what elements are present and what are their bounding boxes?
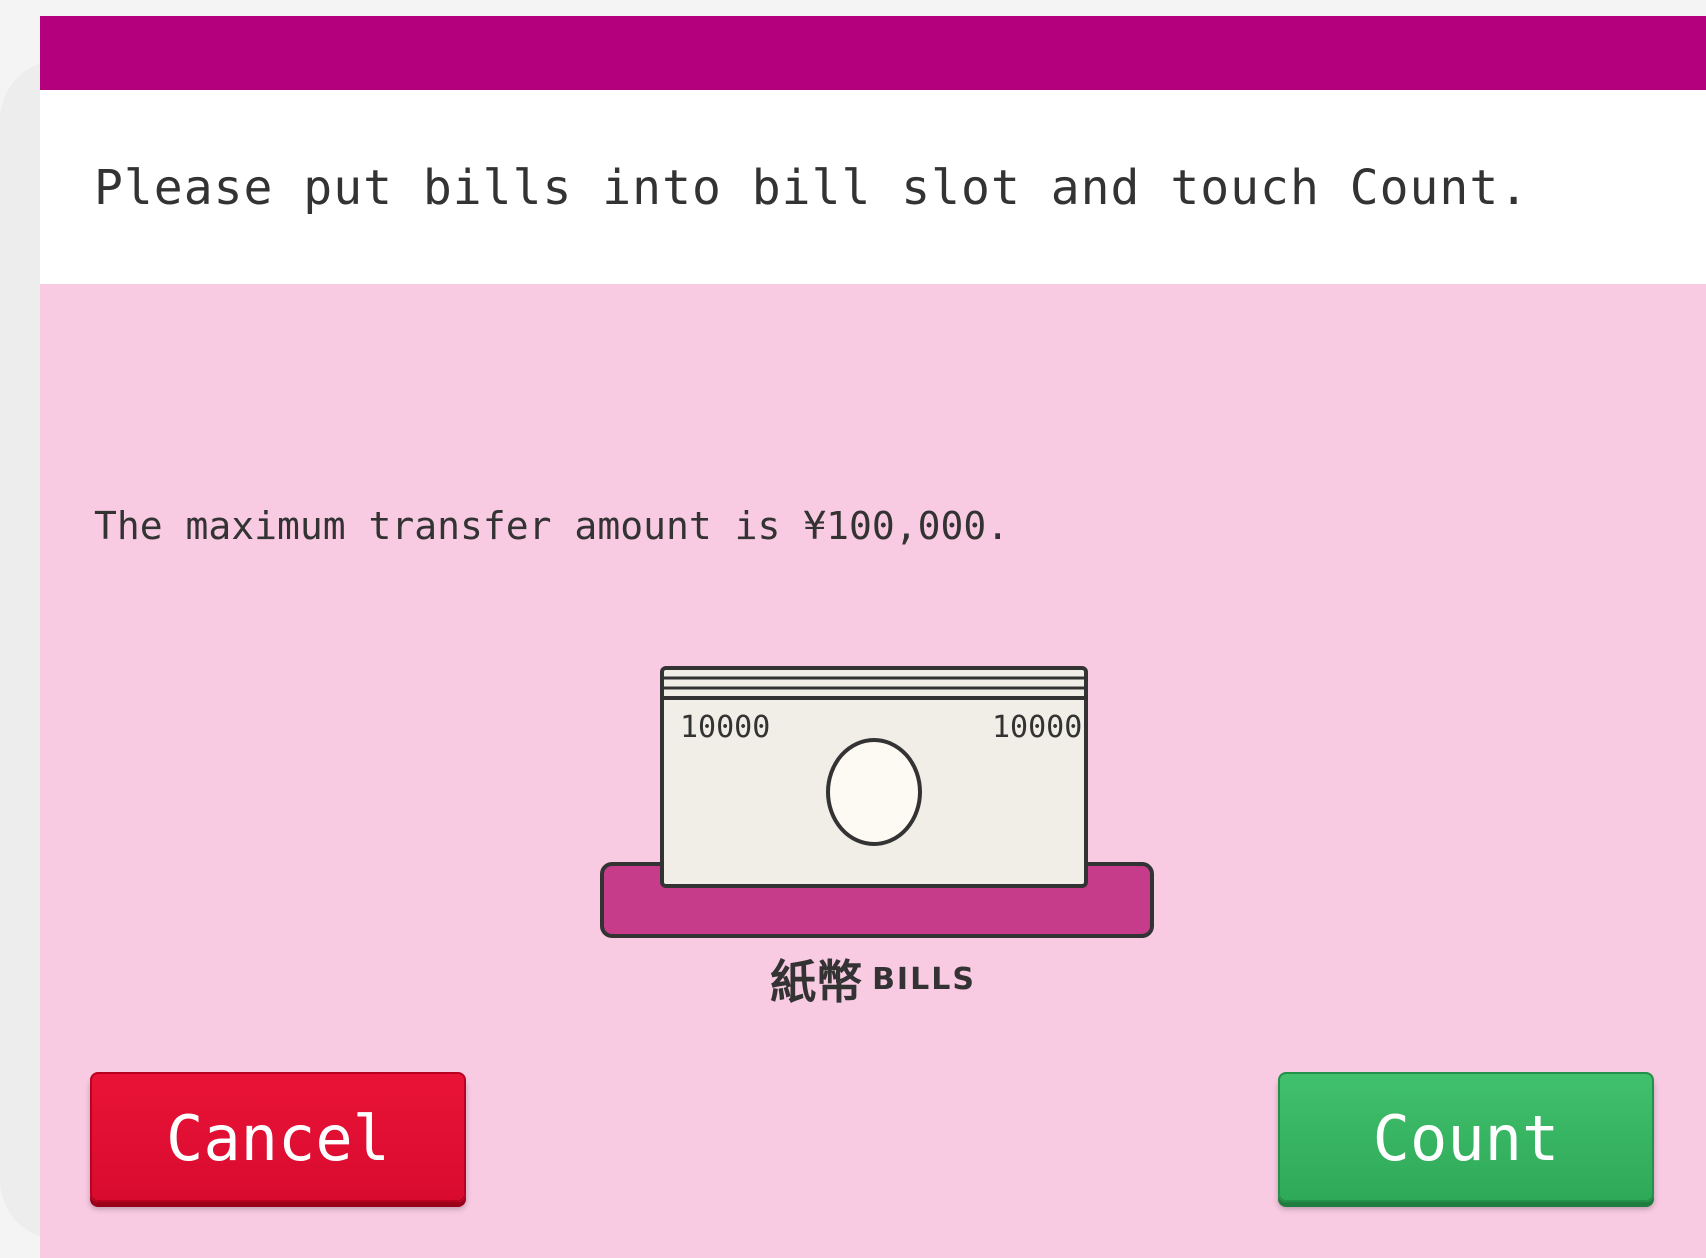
bills-label: 紙幣 BILLS [40,946,1706,1012]
bill-slot-illustration: 10000 10000 [600,666,1154,938]
bills-label-en: BILLS [872,961,976,997]
instruction-panel: Please put bills into bill slot and touc… [40,90,1706,284]
top-bar [40,16,1706,90]
cancel-button[interactable]: Cancel [90,1072,466,1202]
bill-portrait-circle [826,738,922,846]
transfer-limit-notice: The maximum transfer amount is ¥100,000. [94,504,1010,548]
bill-icon: 10000 10000 [660,666,1088,888]
bills-label-ja: 紙幣 [770,955,863,1009]
count-button[interactable]: Count [1278,1072,1654,1202]
instruction-text: Please put bills into bill slot and touc… [94,160,1530,216]
bill-denomination-right: 10000 [992,710,1082,745]
atm-screen: Please put bills into bill slot and touc… [40,16,1706,1258]
bill-denomination-left: 10000 [680,710,770,745]
